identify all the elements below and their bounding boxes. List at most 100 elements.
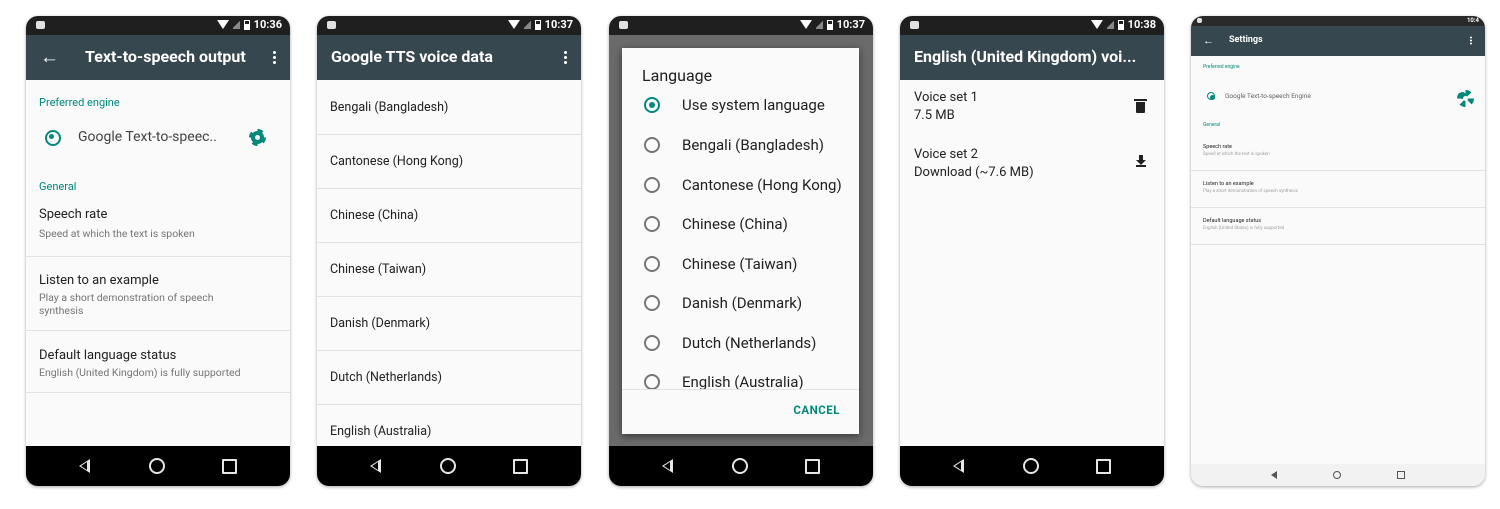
battery-icon <box>826 19 833 30</box>
clock: 10:36 <box>253 18 282 31</box>
voice-row[interactable]: Voice set 2 Download (~7.6 MB) <box>900 147 1164 192</box>
pref-listen-example[interactable]: Listen to an example Play a short demons… <box>26 257 290 330</box>
signal-icon <box>232 20 240 29</box>
nav-back-icon[interactable] <box>1271 471 1277 479</box>
status-bar: 10:37 <box>317 16 581 35</box>
voice-row[interactable]: Voice set 1 7.5 MB <box>900 90 1164 135</box>
radio-selected[interactable] <box>644 97 660 113</box>
language-label: Cantonese (Hong Kong) <box>330 154 464 169</box>
list-item[interactable]: English (Australia) <box>317 404 581 446</box>
radio-unselected[interactable] <box>644 295 660 311</box>
signal-icon <box>815 20 823 29</box>
nav-home-icon[interactable] <box>1333 471 1341 479</box>
pref-summary: English (United States) is fully support… <box>1203 226 1285 231</box>
wifi-icon <box>507 20 520 29</box>
nav-bar <box>900 446 1164 486</box>
language-label: Danish (Denmark) <box>330 316 431 331</box>
language-label: Dutch (Netherlands) <box>330 370 442 385</box>
engine-name: Google Text-to-speec.. <box>78 129 217 145</box>
language-option[interactable]: Chinese (Taiwan) <box>622 245 859 285</box>
radio-unselected[interactable] <box>644 216 660 232</box>
pref-speech-rate[interactable]: Speech rate Speed at which the text is s… <box>1191 134 1485 170</box>
radio-unselected[interactable] <box>644 137 660 153</box>
nav-back-icon[interactable] <box>662 459 673 473</box>
language-option[interactable]: English (Australia) <box>622 363 859 389</box>
nav-recents-icon[interactable] <box>513 459 528 474</box>
nav-back-icon[interactable] <box>79 459 90 473</box>
pref-default-language-status[interactable]: Default language status English (United … <box>1191 208 1485 244</box>
language-option[interactable]: Dutch (Netherlands) <box>622 324 859 364</box>
pref-speech-rate[interactable]: Speech rate Speed at which the text is s… <box>26 198 290 258</box>
nav-recents-icon[interactable] <box>1096 459 1111 474</box>
language-option[interactable]: Bengali (Bangladesh) <box>622 126 859 166</box>
pref-default-language-status[interactable]: Default language status English (United … <box>26 331 290 391</box>
pref-title: Default language status <box>1203 218 1262 224</box>
engine-settings-gear-icon[interactable] <box>249 129 266 146</box>
language-option[interactable]: Danish (Denmark) <box>622 284 859 324</box>
divider <box>26 392 290 393</box>
cancel-button[interactable]: CANCEL <box>793 403 840 417</box>
language-option[interactable]: Cantonese (Hong Kong) <box>622 166 859 206</box>
engine-radio[interactable] <box>45 130 61 146</box>
nav-bar <box>317 446 581 486</box>
overflow-menu-icon[interactable] <box>273 50 276 65</box>
download-icon[interactable] <box>1136 155 1146 167</box>
notification-icon <box>910 21 919 29</box>
divider <box>1191 244 1485 245</box>
engine-row[interactable]: Google Text-to-speec.. <box>26 118 290 154</box>
wifi-icon <box>1090 20 1103 29</box>
overflow-menu-icon[interactable] <box>564 50 567 65</box>
nav-home-icon[interactable] <box>1023 458 1039 474</box>
language-list: Bengali (Bangladesh) Cantonese (Hong Kon… <box>317 80 581 446</box>
language-option[interactable]: Use system language <box>622 86 859 126</box>
nav-home-icon[interactable] <box>440 458 456 474</box>
pref-listen-example[interactable]: Listen to an example Play a short demons… <box>1191 171 1485 207</box>
nav-back-icon[interactable] <box>370 459 381 473</box>
pref-summary: Play a short demonstration of speech syn… <box>39 291 214 317</box>
option-label: Bengali (Bangladesh) <box>682 136 824 154</box>
page-title: Settings <box>1229 35 1263 45</box>
settings-list: Preferred engine Google Text-to-speech E… <box>1191 56 1485 464</box>
list-item[interactable]: Chinese (China) <box>317 188 581 242</box>
status-bar: 10:38 <box>900 16 1164 35</box>
pref-summary: English (United Kingdom) is fully suppor… <box>39 366 241 379</box>
engine-settings-gear-icon[interactable] <box>1457 90 1474 107</box>
clock: 10:38 <box>1127 18 1156 31</box>
nav-home-icon[interactable] <box>149 458 165 474</box>
nav-recents-icon[interactable] <box>222 459 237 474</box>
list-item[interactable]: Dutch (Netherlands) <box>317 350 581 404</box>
page-title: English (United Kingdom) voi... <box>914 47 1137 66</box>
phone-screen-voice-sets: 10:38 English (United Kingdom) voi... Vo… <box>900 16 1164 486</box>
voice-size: 7.5 MB <box>914 108 955 123</box>
back-arrow-icon[interactable]: ← <box>1203 34 1214 47</box>
nav-bar <box>609 446 873 486</box>
engine-name: Google Text-to-speech Engine <box>1225 92 1311 100</box>
wifi-icon <box>216 20 229 29</box>
list-item[interactable]: Bengali (Bangladesh) <box>317 80 581 134</box>
delete-icon[interactable] <box>1134 99 1147 113</box>
nav-recents-icon[interactable] <box>805 459 820 474</box>
engine-radio[interactable] <box>1207 92 1215 100</box>
status-bar: 10:36 <box>26 16 290 35</box>
category-general: General <box>1203 122 1221 128</box>
list-item[interactable]: Danish (Denmark) <box>317 296 581 350</box>
voice-name: Voice set 1 <box>914 90 978 105</box>
list-item[interactable]: Chinese (Taiwan) <box>317 242 581 296</box>
pref-title: Listen to an example <box>1203 181 1254 187</box>
language-option[interactable]: Chinese (China) <box>622 205 859 245</box>
signal-icon <box>1106 20 1114 29</box>
language-label: English (Australia) <box>330 424 432 439</box>
back-arrow-icon[interactable]: ← <box>40 46 59 68</box>
category-preferred-engine: Preferred engine <box>39 96 120 109</box>
radio-unselected[interactable] <box>644 256 660 272</box>
overflow-menu-icon[interactable] <box>1470 36 1472 45</box>
radio-unselected[interactable] <box>644 177 660 193</box>
nav-recents-icon[interactable] <box>1397 471 1405 479</box>
nav-back-icon[interactable] <box>953 459 964 473</box>
radio-unselected[interactable] <box>644 374 660 389</box>
list-item[interactable]: Cantonese (Hong Kong) <box>317 134 581 188</box>
app-toolbar: ← Settings <box>1191 26 1485 56</box>
pref-title: Listen to an example <box>39 273 159 288</box>
nav-home-icon[interactable] <box>732 458 748 474</box>
radio-unselected[interactable] <box>644 335 660 351</box>
